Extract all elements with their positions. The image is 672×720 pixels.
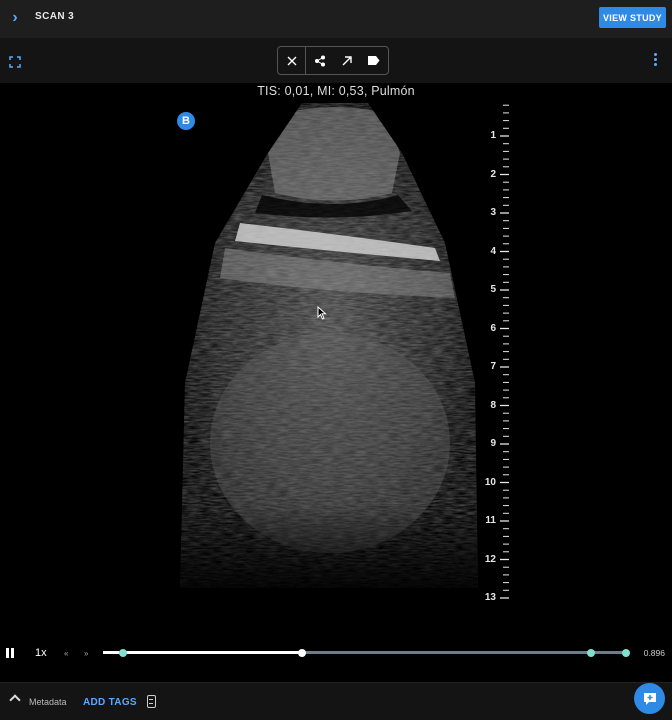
depth-scale: 1 2 3 4 5 6 7 8 9 10 11 12 13 <box>482 103 512 603</box>
depth-label: 1 <box>490 130 496 141</box>
frame-time: 0.896 <box>643 648 665 658</box>
playhead-handle[interactable] <box>297 649 306 657</box>
depth-label: 13 <box>484 592 496 603</box>
acquisition-info: TIS: 0,01, MI: 0,53, Pulmón <box>257 84 415 98</box>
fullscreen-icon[interactable] <box>9 55 21 68</box>
ultrasound-image <box>180 103 478 588</box>
depth-label: 6 <box>490 322 496 334</box>
depth-label: 9 <box>490 438 496 449</box>
close-icon[interactable] <box>278 47 306 74</box>
timeline-end-handle[interactable] <box>622 649 630 657</box>
ultrasound-viewer[interactable]: TIS: 0,01, MI: 0,53, Pulmón B 1234567891… <box>0 83 672 640</box>
depth-label: 4 <box>490 245 496 257</box>
clip-end-handle[interactable] <box>587 649 595 657</box>
arrow-icon[interactable] <box>333 47 360 74</box>
depth-label: 11 <box>485 515 496 526</box>
view-study-button[interactable]: VIEW STUDY <box>599 7 666 28</box>
tag-icon[interactable] <box>360 47 387 74</box>
add-tags-button[interactable]: ADD TAGS <box>83 697 137 708</box>
cursor-icon <box>317 305 327 325</box>
pause-icon[interactable] <box>6 648 16 658</box>
depth-label: 5 <box>490 284 496 295</box>
more-options-icon[interactable] <box>654 53 658 67</box>
timeline-progress <box>103 651 302 654</box>
depth-label: 10 <box>484 476 496 488</box>
depth-label: 12 <box>484 553 496 565</box>
chevron-right-icon[interactable]: › <box>8 9 22 27</box>
top-bar: › SCAN 3 VIEW STUDY <box>0 0 672 38</box>
share-icon[interactable] <box>306 47 333 74</box>
mode-badge: B <box>177 112 195 130</box>
depth-label: 8 <box>490 399 496 411</box>
playback-speed[interactable]: 1x <box>35 647 47 659</box>
metadata-toggle[interactable]: Metadata <box>29 697 67 707</box>
depth-label: 7 <box>490 361 496 372</box>
playback-controls <box>0 640 672 682</box>
device-icon[interactable] <box>147 695 156 708</box>
previous-frame-button[interactable]: « <box>64 649 68 658</box>
depth-label: 3 <box>490 207 496 218</box>
next-frame-button[interactable]: » <box>84 649 88 658</box>
tool-group <box>277 46 389 75</box>
feedback-button[interactable] <box>634 683 665 714</box>
clip-start-handle[interactable] <box>119 649 127 657</box>
depth-label: 2 <box>490 168 496 180</box>
chat-plus-icon <box>643 692 656 705</box>
scan-title: SCAN 3 <box>35 11 75 22</box>
